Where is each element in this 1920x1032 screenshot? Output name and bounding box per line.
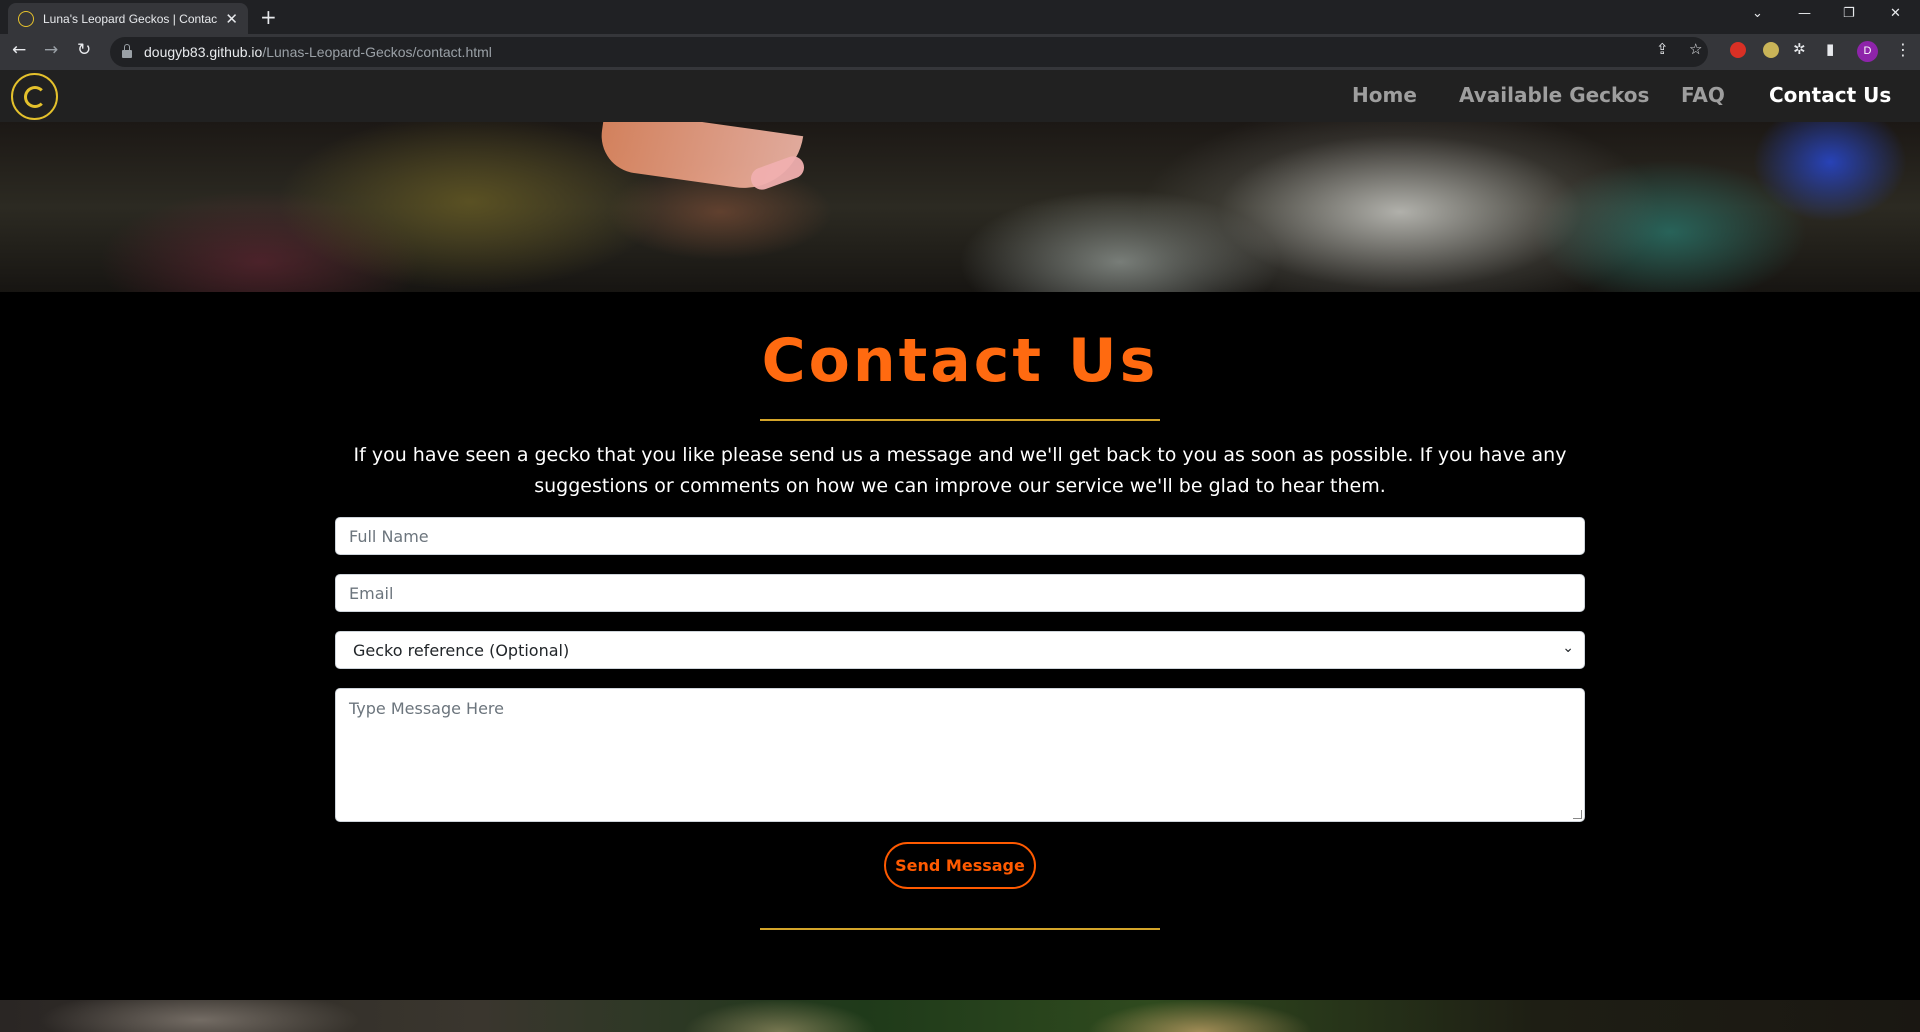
contact-section: Contact Us If you have seen a gecko that… [0, 292, 1920, 1000]
title-divider [760, 419, 1160, 421]
browser-tab[interactable]: Luna's Leopard Geckos | Contact Us ✕ [8, 3, 248, 34]
url-path: /Lunas-Leopard-Geckos/contact.html [262, 44, 492, 60]
email-placeholder: Email [349, 583, 394, 603]
hero-banner-image [0, 122, 1920, 292]
back-icon[interactable]: ← [12, 40, 26, 60]
nav-link-available-geckos[interactable]: Available Geckos [1459, 83, 1649, 107]
send-message-button[interactable]: Send Message [884, 842, 1036, 889]
site-navbar: Home Available Geckos FAQ Contact Us [0, 70, 1920, 122]
extension-yellow-icon[interactable] [1763, 42, 1779, 58]
full-name-placeholder: Full Name [349, 526, 429, 546]
browser-menu-icon[interactable]: ⋮ [1895, 40, 1911, 59]
bottom-divider [760, 928, 1160, 930]
side-panel-icon[interactable]: ▮ [1826, 40, 1834, 58]
gecko-logo-icon[interactable] [11, 73, 58, 120]
share-icon[interactable]: ⇪ [1656, 40, 1669, 58]
forward-icon[interactable]: → [44, 40, 58, 60]
window-close-icon[interactable]: ✕ [1890, 6, 1901, 21]
bookmark-star-icon[interactable]: ☆ [1689, 40, 1702, 58]
minimize-icon[interactable]: — [1798, 6, 1811, 21]
message-textarea[interactable]: Type Message Here [335, 688, 1585, 822]
profile-avatar[interactable]: D [1857, 41, 1878, 62]
tab-title: Luna's Leopard Geckos | Contact Us [43, 11, 218, 26]
reload-icon[interactable]: ↻ [77, 40, 91, 60]
logo-mark [23, 85, 46, 108]
message-placeholder: Type Message Here [349, 699, 504, 718]
intro-text: If you have seen a gecko that you like p… [353, 444, 1567, 497]
chevron-down-icon: ⌄ [1562, 640, 1574, 656]
browser-toolbar: ← → ↻ dougyb83.github.io /Lunas-Leopard-… [0, 34, 1920, 70]
gecko-reference-select[interactable]: Gecko reference (Optional) ⌄ [335, 631, 1585, 669]
resize-grip-icon[interactable] [1573, 810, 1582, 819]
lock-icon [122, 44, 132, 58]
tab-close-icon[interactable]: ✕ [225, 10, 238, 28]
gecko-reference-value: Gecko reference (Optional) [353, 640, 570, 660]
new-tab-icon[interactable]: + [260, 5, 277, 29]
address-bar[interactable]: dougyb83.github.io /Lunas-Leopard-Geckos… [110, 37, 1708, 67]
nav-link-faq[interactable]: FAQ [1681, 83, 1725, 107]
tab-favicon-icon [18, 10, 34, 27]
nav-link-home[interactable]: Home [1352, 83, 1417, 107]
extensions-puzzle-icon[interactable]: ✲ [1793, 40, 1806, 58]
full-name-field[interactable]: Full Name [335, 517, 1585, 555]
url-host: dougyb83.github.io [144, 44, 263, 60]
nav-link-contact-us[interactable]: Contact Us [1769, 83, 1891, 107]
tab-list-icon[interactable]: ⌄ [1752, 6, 1763, 21]
footer-image [0, 1000, 1920, 1032]
email-field[interactable]: Email [335, 574, 1585, 612]
extension-red-icon[interactable] [1730, 42, 1746, 58]
restore-icon[interactable]: ❐ [1843, 6, 1855, 21]
browser-tab-strip: Luna's Leopard Geckos | Contact Us ✕ + ⌄… [0, 0, 1920, 34]
page-title: Contact Us [761, 326, 1159, 396]
